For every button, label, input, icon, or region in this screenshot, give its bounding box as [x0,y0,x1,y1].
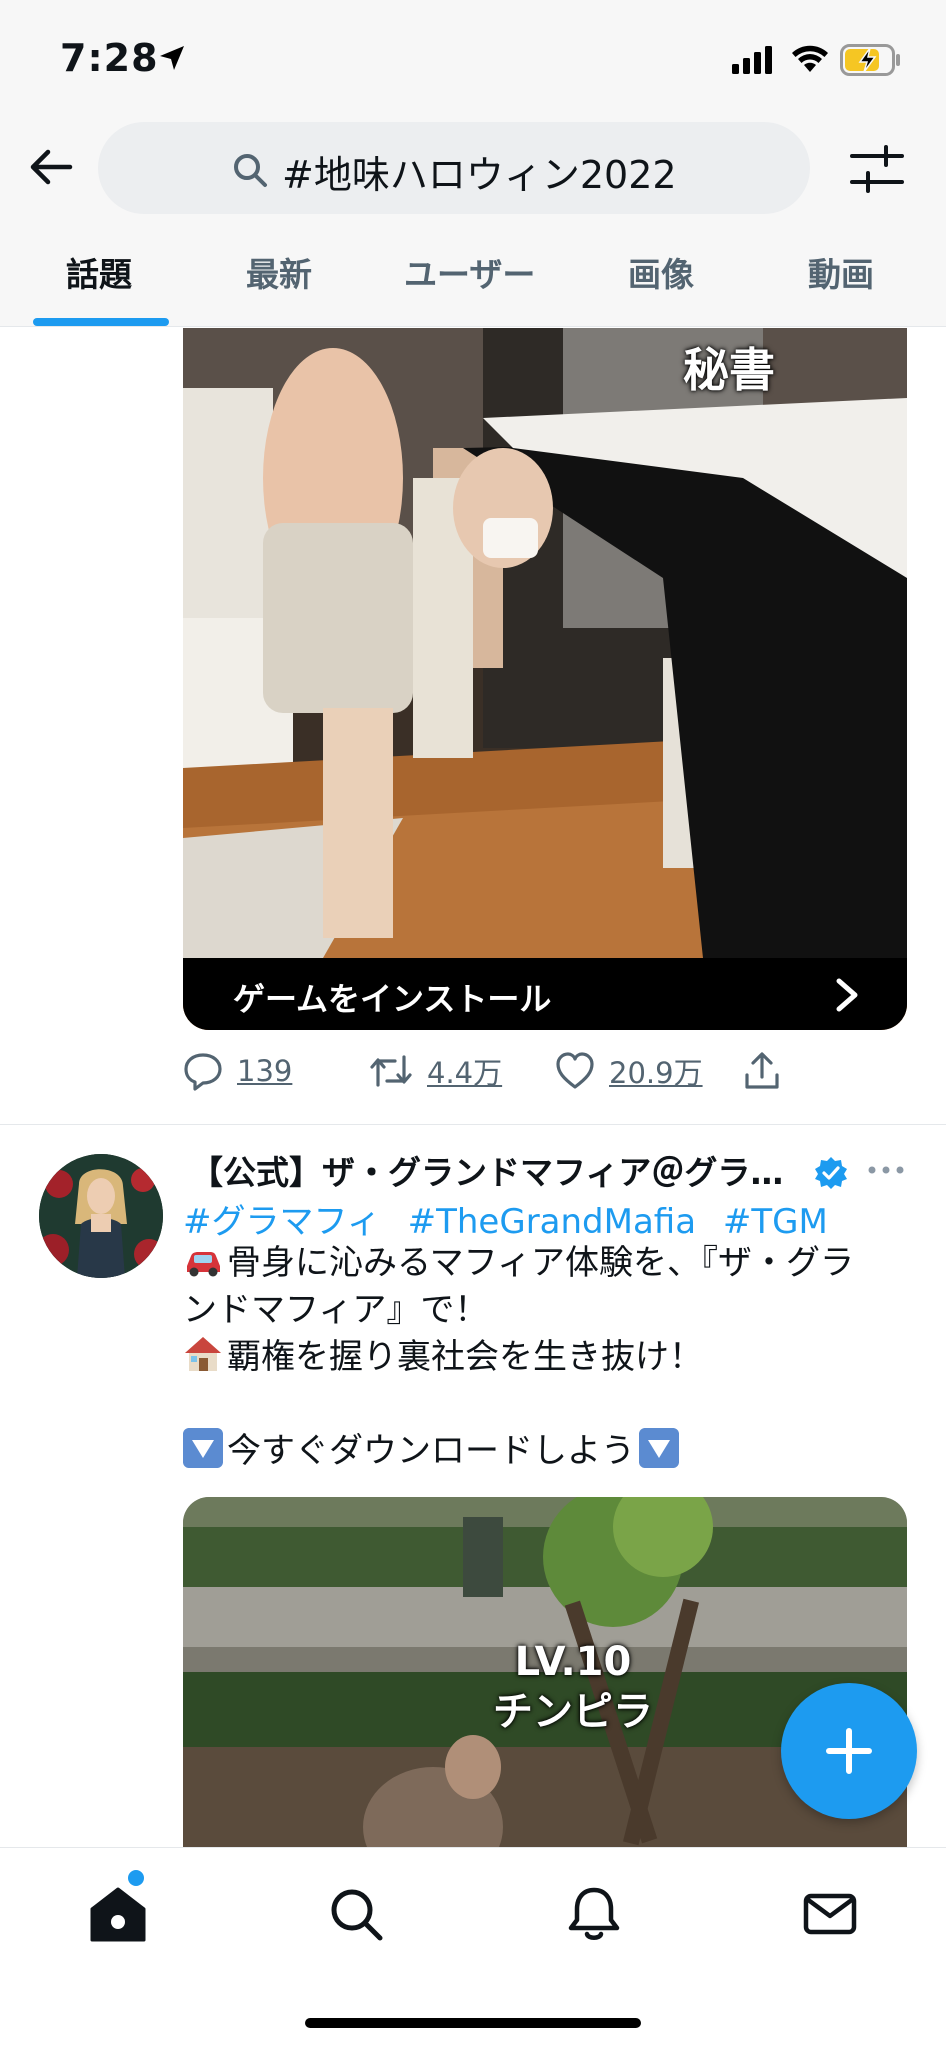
retweet-button[interactable]: 4.4万 [369,1046,502,1096]
status-time: 7:28 [60,36,159,80]
notifications-icon[interactable] [564,1884,624,1944]
install-game-bar[interactable]: ゲームをインストール [183,958,907,1030]
verified-icon [815,1157,847,1189]
home-indicator[interactable] [305,2018,641,2028]
search-query: #地味ハロウィン2022 [282,153,677,197]
active-tab-indicator [33,318,169,326]
like-count: 20.9万 [609,1056,703,1090]
tab-top[interactable]: 話題 [66,248,132,296]
tab-photos[interactable]: 画像 [628,248,694,296]
back-arrow-icon[interactable] [26,142,76,192]
tab-people[interactable]: ユーザー [404,248,535,296]
home-icon[interactable] [88,1884,148,1944]
cellular-signal-icon [732,46,772,74]
tweet-author-name[interactable]: 【公式】ザ・グランドマフィア＠グラ… [190,1146,810,1194]
share-icon [745,1052,779,1089]
reply-count: 139 [237,1054,293,1088]
tweet-line-1: 骨身に沁みるマフィア体験を、『ザ・グラ [227,1243,854,1283]
header-divider [0,326,946,327]
video-caption: 秘書 [683,343,775,397]
explore-icon[interactable] [326,1884,386,1944]
avatar-image [39,1154,163,1278]
video-caption: LV.10 チンピラ [493,1637,653,1737]
tweet-line-3: 覇権を握り裏社会を生き抜け！ [227,1337,703,1377]
tweet-media-video[interactable]: 秘書 ゲームをインストール [183,328,907,1030]
car-emoji-icon [187,1252,220,1277]
compose-icon [826,1728,872,1774]
status-bar: 7:28 [0,0,946,120]
search-input[interactable]: #地味ハロウィン2022 [98,122,810,214]
like-button[interactable]: 20.9万 [555,1046,703,1096]
reply-button[interactable]: 139 [183,1046,292,1096]
compose-button[interactable] [781,1683,917,1819]
tweet-hashtags: #グラマフィ #TheGrandMafia #TGM [183,1194,844,1243]
avatar[interactable] [39,1154,163,1278]
like-icon [556,1052,594,1089]
home-notification-dot [128,1870,144,1886]
tweet-actions: 139 4.4万 20.9万 [183,1046,823,1096]
search-tabs: 話題 最新 ユーザー 画像 動画 [0,242,946,326]
video-caption-rank: チンピラ [493,1689,653,1735]
retweet-count: 4.4万 [427,1056,503,1090]
chevron-right-icon [836,978,858,1012]
filter-icon[interactable] [850,144,904,194]
tab-videos[interactable]: 動画 [808,248,874,296]
down-arrow-emoji-icon [183,1428,223,1468]
house-emoji-icon [185,1337,221,1371]
tweet-text: 骨身に沁みるマフィア体験を、『ザ・グラ ンドマフィア』で！ 覇権を握り裏社会を生… [183,1240,903,1475]
hashtag-link[interactable]: #グラマフィ [183,1202,381,1242]
reply-icon [184,1053,222,1091]
tweet-divider [0,1124,946,1125]
tweet-line-4: 今すぐダウンロードしよう [227,1431,635,1471]
messages-icon[interactable] [800,1884,860,1944]
search-icon [234,154,267,187]
tab-latest[interactable]: 最新 [246,248,312,296]
bottom-navigation [0,1847,946,2048]
wifi-icon [792,45,828,72]
battery-charging-icon [840,44,900,76]
share-button[interactable] [743,1046,781,1096]
down-arrow-emoji-icon [639,1428,679,1468]
hashtag-link[interactable]: #TGM [723,1202,828,1242]
search-header: #地味ハロウィン2022 話題 最新 ユーザー 画像 動画 [0,120,946,326]
install-game-label: ゲームをインストール [233,980,552,1018]
more-icon[interactable] [866,1158,906,1182]
video-frame-illustration [183,328,907,1030]
location-arrow-icon [160,46,184,70]
hashtag-link[interactable]: #TheGrandMafia [408,1202,696,1242]
tweet-line-2: ンドマフィア』で！ [183,1290,489,1330]
video-caption-level: LV.10 [514,1639,632,1685]
retweet-icon [370,1055,412,1087]
